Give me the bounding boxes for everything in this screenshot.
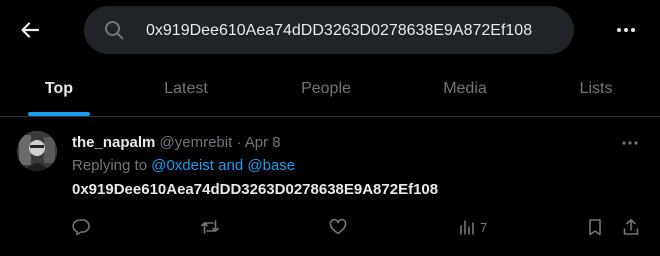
back-button[interactable] (14, 14, 46, 46)
reply-icon (72, 219, 90, 236)
more-options-button[interactable] (610, 14, 642, 46)
tweet-more-button[interactable] (618, 133, 642, 153)
more-dots-icon (622, 141, 638, 145)
search-icon (105, 21, 124, 40)
tweet-header: the_napalm @yemrebit · Apr 8 (72, 134, 281, 151)
mention-joiner[interactable]: and (214, 157, 247, 174)
search-bar[interactable] (84, 6, 574, 56)
avatar[interactable] (17, 131, 57, 171)
views-count: 7 (480, 219, 488, 235)
analytics-icon (460, 220, 474, 235)
tweet-text: 0x919Dee610Aea74dDD3263D0278638E9A872Ef1… (72, 181, 439, 198)
tab-top[interactable]: Top (0, 62, 118, 115)
top-bar (0, 0, 660, 62)
tab-lists[interactable]: Lists (532, 62, 660, 115)
search-input[interactable] (144, 6, 568, 56)
heart-icon (329, 218, 347, 235)
more-dots-icon (617, 28, 635, 32)
header-separator: · (232, 134, 245, 151)
tab-media[interactable]: Media (398, 62, 532, 115)
reply-button[interactable] (72, 217, 94, 237)
share-icon (623, 219, 639, 235)
retweet-icon (201, 220, 219, 234)
views-button[interactable]: 7 (458, 217, 487, 237)
tweet[interactable]: the_napalm @yemrebit · Apr 8 Replying to… (0, 117, 660, 256)
display-name[interactable]: the_napalm (72, 134, 155, 151)
tweet-date[interactable]: Apr 8 (245, 134, 281, 151)
user-handle[interactable]: @yemrebit (160, 134, 233, 151)
bookmark-icon (589, 219, 601, 236)
replying-to-label: Replying to (72, 157, 152, 174)
bookmark-button[interactable] (586, 217, 604, 237)
mention-link[interactable]: @base (247, 157, 295, 174)
tab-latest[interactable]: Latest (118, 62, 254, 115)
like-button[interactable] (329, 217, 351, 237)
share-button[interactable] (622, 217, 640, 237)
search-tabs: Top Latest People Media Lists (0, 62, 660, 117)
retweet-button[interactable] (200, 217, 224, 237)
arrow-left-icon (21, 22, 40, 38)
mention-link[interactable]: @0xdeist (151, 157, 214, 174)
active-tab-indicator (28, 112, 90, 116)
replying-to: Replying to @0xdeist and @base (72, 157, 295, 174)
avatar-image (17, 131, 57, 171)
tab-people[interactable]: People (254, 62, 398, 115)
